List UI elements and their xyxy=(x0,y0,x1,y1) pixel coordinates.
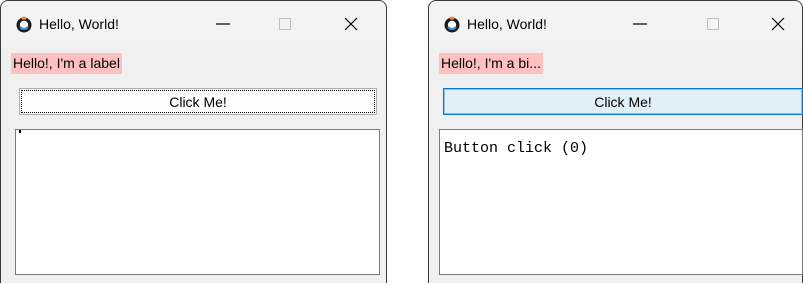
app-icon xyxy=(444,16,460,33)
app-icon xyxy=(16,16,32,33)
hello-label: Hello!, I'm a bi... xyxy=(439,53,543,74)
output-textbox[interactable] xyxy=(15,129,380,275)
minimize-icon xyxy=(633,23,647,25)
window-title: Hello, World! xyxy=(467,16,547,32)
minimize-icon xyxy=(216,23,230,25)
text-caret xyxy=(19,130,21,133)
click-me-button[interactable]: Click Me! xyxy=(19,88,377,115)
close-button[interactable] xyxy=(328,1,374,47)
output-textbox[interactable]: Button click (0) xyxy=(439,129,803,275)
maximize-icon xyxy=(707,18,719,30)
window-title: Hello, World! xyxy=(39,16,119,32)
maximize-button[interactable] xyxy=(690,1,736,47)
maximize-button[interactable] xyxy=(262,1,308,47)
window-client-area: Hello!, I'm a bi... Click Me! Button cli… xyxy=(429,47,803,283)
title-bar[interactable]: Hello, World! xyxy=(1,1,386,47)
close-button[interactable] xyxy=(755,1,801,47)
minimize-button[interactable] xyxy=(617,1,663,47)
window-left: Hello, World! Hello!, I'm a label Click … xyxy=(0,0,387,283)
window-right: Hello, World! Hello!, I'm a bi... Click … xyxy=(428,0,803,283)
close-icon xyxy=(771,17,785,31)
click-me-button[interactable]: Click Me! xyxy=(443,88,803,115)
window-client-area: Hello!, I'm a label Click Me! xyxy=(1,47,386,283)
hello-label: Hello!, I'm a label xyxy=(11,53,122,74)
minimize-button[interactable] xyxy=(200,1,246,47)
title-bar[interactable]: Hello, World! xyxy=(429,1,802,47)
maximize-icon xyxy=(279,18,291,30)
close-icon xyxy=(344,17,358,31)
